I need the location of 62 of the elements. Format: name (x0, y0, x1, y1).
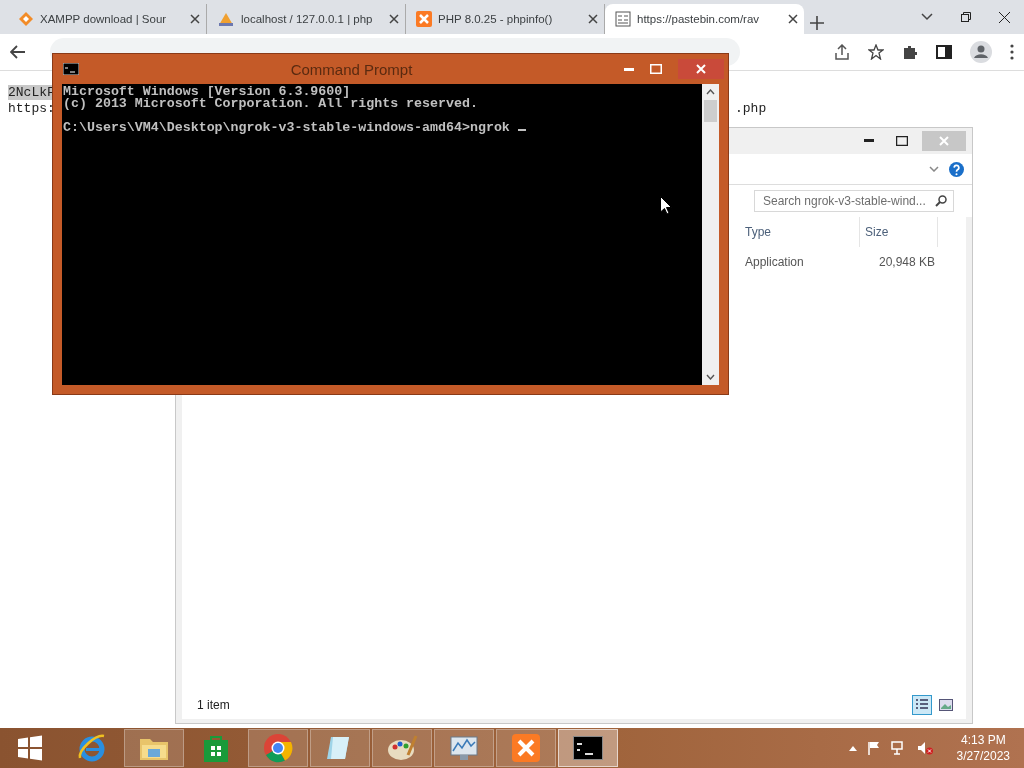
shopping-bag-icon (202, 733, 230, 763)
window-title: Command Prompt (289, 60, 414, 78)
column-header[interactable]: Size (860, 217, 938, 247)
star-icon[interactable] (868, 44, 884, 60)
list-icon (915, 698, 929, 712)
search-field[interactable]: Search ngrok-v3-stable-wind... (754, 190, 954, 212)
menu-icon[interactable] (1010, 44, 1014, 60)
close-icon[interactable] (788, 14, 798, 24)
share-icon[interactable] (834, 44, 850, 60)
table-cell-text: Application (745, 255, 805, 269)
selected-text: 2NcLkF (8, 85, 55, 100)
image-icon (939, 699, 953, 711)
details-view-button[interactable] (912, 695, 932, 715)
browser-tab[interactable]: https://pastebin.com/rav (605, 4, 804, 34)
back-arrow-icon[interactable] (10, 45, 26, 59)
xampp-icon (511, 733, 541, 763)
page-text: https: (8, 101, 55, 116)
close-icon[interactable] (588, 14, 598, 24)
command-line[interactable]: C:\Users\VM4\Desktop\ngrok-v3-stable-windows-amd64>ngrok (63, 120, 518, 135)
help-icon[interactable] (949, 161, 964, 177)
close-icon[interactable] (999, 11, 1010, 23)
maximize-icon[interactable] (896, 136, 908, 146)
chevron-down-icon[interactable] (921, 13, 933, 21)
scroll-down-icon[interactable] (706, 374, 715, 380)
column-header[interactable]: Type (740, 217, 860, 247)
sail-icon (217, 11, 235, 27)
restore-icon[interactable] (961, 12, 971, 22)
console-line: Microsoft Windows [Version 6.3.9600] (63, 84, 351, 99)
browser-tab[interactable]: PHP 8.0.25 - phpinfo() (406, 4, 605, 34)
terminal-icon (63, 63, 79, 75)
xampp-icon (416, 11, 432, 27)
scrollbar-thumb[interactable] (704, 100, 717, 122)
close-icon[interactable] (190, 14, 200, 24)
chrome-icon (263, 733, 293, 763)
palette-icon (386, 733, 418, 763)
plus-icon[interactable] (810, 16, 824, 30)
close-icon[interactable] (389, 14, 399, 24)
scrollbar[interactable] (702, 84, 719, 385)
browser-tab[interactable]: XAMPP download | Sour (8, 4, 207, 34)
windows-logo-icon (17, 735, 43, 761)
diamond-icon (18, 11, 34, 27)
table-cell-text: 20,948 KB (877, 255, 936, 269)
chevron-down-icon[interactable] (929, 166, 939, 172)
close-button[interactable] (678, 59, 724, 79)
page-text: .php (735, 101, 767, 117)
speaker-muted-icon[interactable] (916, 741, 933, 755)
caret-up-icon[interactable] (848, 745, 857, 751)
scroll-up-icon[interactable] (706, 89, 715, 95)
mouse-pointer-icon (660, 196, 672, 215)
text-cursor (517, 129, 526, 131)
taskbar-button[interactable] (558, 729, 618, 767)
puzzle-icon[interactable] (902, 44, 918, 60)
item-count: 1 item (197, 698, 230, 712)
document-icon (615, 11, 631, 27)
side-panel-icon[interactable] (936, 44, 952, 60)
browser-tab[interactable]: localhost / 127.0.0.1 | php (207, 4, 406, 34)
monitor-chart-icon (448, 733, 480, 763)
terminal-icon (573, 736, 603, 760)
profile-icon[interactable] (970, 41, 992, 63)
search-icon[interactable] (935, 195, 947, 207)
clock[interactable]: 4:13 PM 3/27/2023 (956, 732, 1010, 764)
flag-icon[interactable] (866, 741, 881, 755)
